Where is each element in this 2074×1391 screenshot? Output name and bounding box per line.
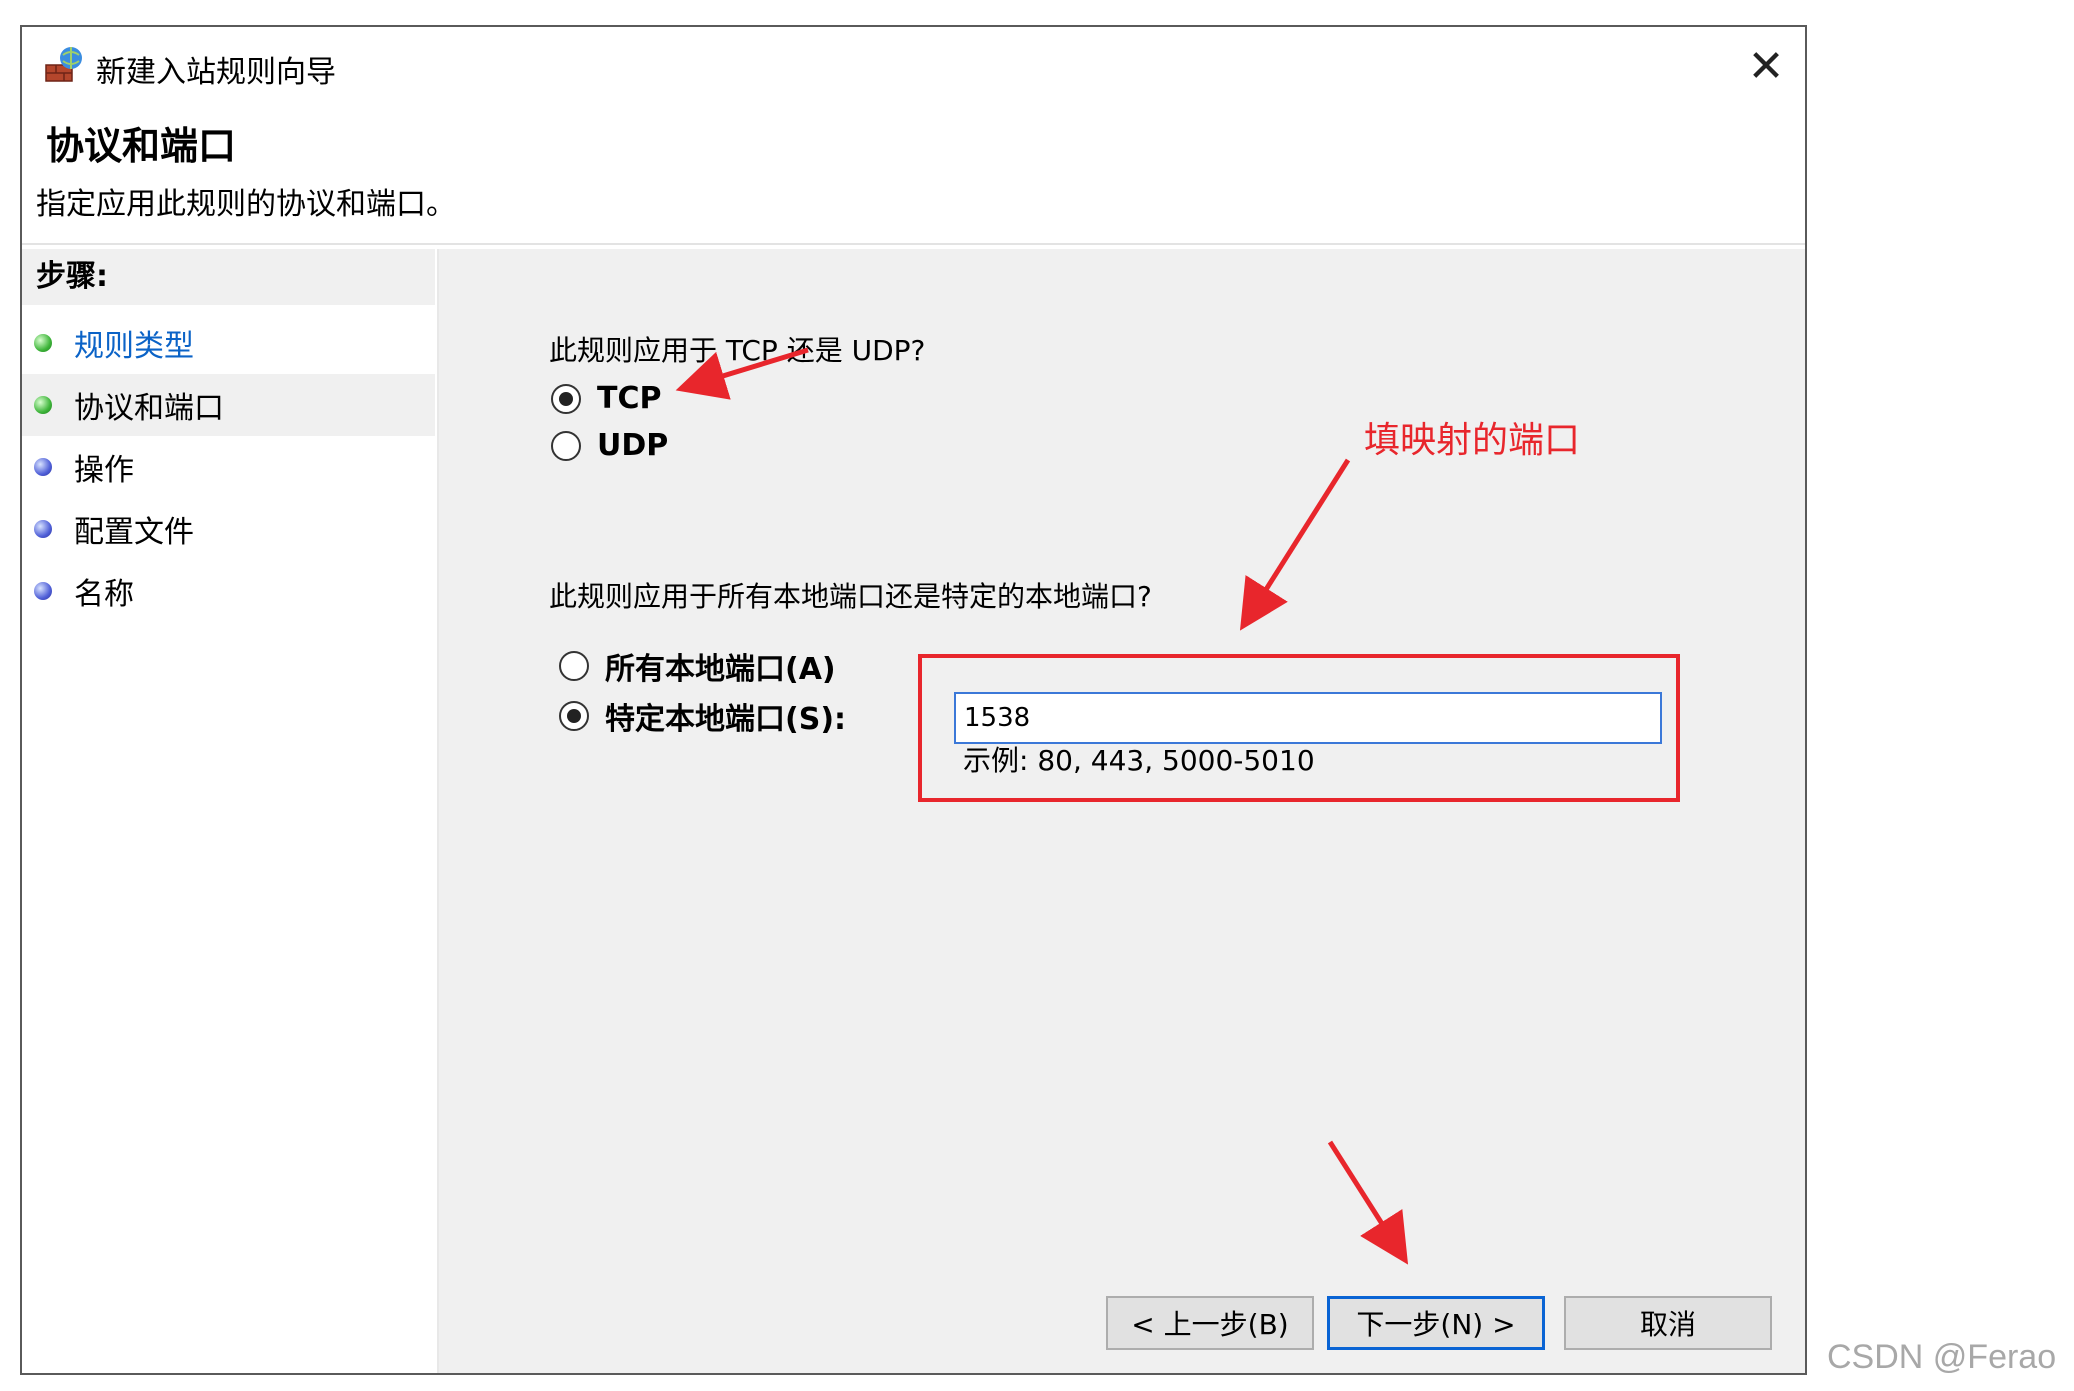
- annotation-arrows: [675, 347, 1409, 1265]
- arrow-icon: [1327, 1140, 1409, 1265]
- watermark: CSDN @Ferao: [1827, 1338, 2057, 1376]
- arrow-icon: [675, 347, 809, 400]
- arrow-icon: [1239, 458, 1351, 631]
